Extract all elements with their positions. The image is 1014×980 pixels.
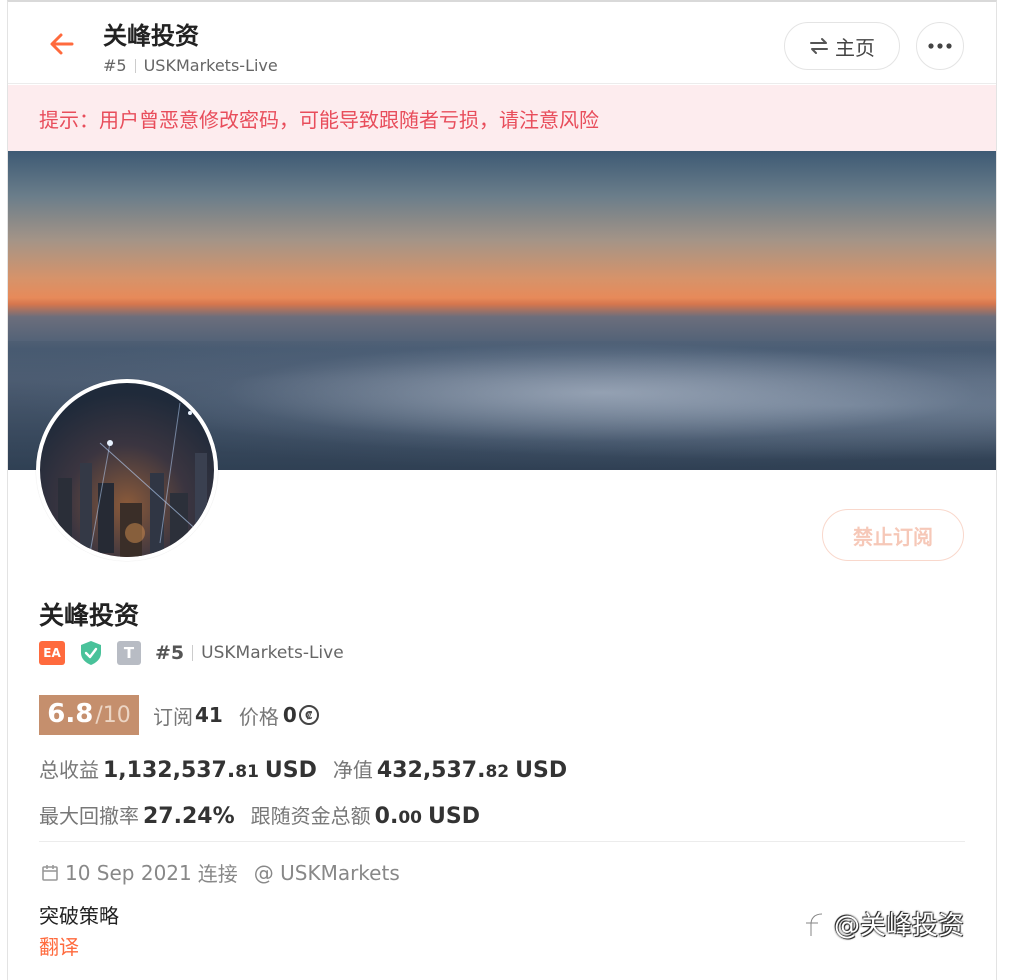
translate-link[interactable]: 翻译 xyxy=(39,931,79,960)
rank: #5 xyxy=(155,642,185,664)
strategy-description: 突破策略 xyxy=(39,904,119,928)
server-name: USKMarkets-Live xyxy=(201,643,344,663)
rating-score: 6.8 /10 xyxy=(39,695,139,735)
more-icon xyxy=(928,43,952,49)
profit-row: 总收益 1,132,537. 81 USD 净值 432,537. 82 USD xyxy=(39,754,567,783)
shield-check-icon xyxy=(79,640,103,666)
equity-dec: 82 xyxy=(485,762,510,782)
watermark-text: @关峰投资 xyxy=(834,911,965,941)
coin-icon: ₡ xyxy=(298,705,319,725)
equity-int: 432,537. xyxy=(376,758,486,783)
equity-unit: USD xyxy=(515,758,568,783)
total-profit-int: 1,132,537. xyxy=(103,758,236,783)
connected-label: 连接 xyxy=(197,862,238,886)
profile-tags: EA T #5 USKMarkets-Live xyxy=(39,639,344,667)
connection-info: 10 Sep 2021 连接 @ USKMarkets xyxy=(41,858,400,887)
follow-funds-int: 0. xyxy=(374,804,399,829)
total-profit-unit: USD xyxy=(264,758,317,783)
divider xyxy=(134,58,136,73)
page-header: 关峰投资 #5 USKMarkets-Live 主页 xyxy=(8,2,996,84)
price-value: 0 xyxy=(282,703,297,727)
profile-name: 关峰投资 xyxy=(39,601,140,630)
follow-funds-label: 跟随资金总额 xyxy=(250,804,371,828)
score-row: 6.8 /10 订阅 41 价格 0 ₡ xyxy=(39,695,319,735)
broker-name: @ USKMarkets xyxy=(253,860,400,885)
connected-date: 10 Sep 2021 xyxy=(65,860,192,885)
subscribe-count: 41 xyxy=(195,703,223,727)
max-drawdown-value: 27.24% xyxy=(143,804,235,829)
divider xyxy=(39,841,965,842)
max-drawdown-label: 最大回撤率 xyxy=(39,804,139,828)
ea-badge: EA xyxy=(39,641,65,665)
subscribe-label: 订阅 xyxy=(153,704,193,729)
header-subtitle: #5 USKMarkets-Live xyxy=(103,56,278,75)
divider xyxy=(192,645,194,661)
follow-funds-unit: USD xyxy=(427,804,480,829)
avatar xyxy=(36,379,218,561)
t-badge: T xyxy=(117,641,141,665)
total-profit-dec: 81 xyxy=(235,762,259,782)
watermark: @关峰投资 xyxy=(800,905,964,942)
price-label: 价格 xyxy=(238,704,279,729)
score-value: 6.8 xyxy=(47,699,94,729)
more-button[interactable] xyxy=(916,22,964,70)
home-label: 主页 xyxy=(835,35,875,60)
equity-label: 净值 xyxy=(332,758,373,782)
platform-logo-icon xyxy=(804,912,824,937)
total-profit-label: 总收益 xyxy=(39,758,99,782)
risk-warning-banner: 提示：用户曾恶意修改密码，可能导致跟随者亏损，请注意风险 xyxy=(8,85,996,151)
follow-funds-dec: 00 xyxy=(398,808,422,828)
drawdown-row: 最大回撤率 27.24% 跟随资金总额 0. 00 USD xyxy=(39,800,480,829)
page-title: 关峰投资 xyxy=(103,22,199,50)
back-arrow-icon[interactable] xyxy=(46,28,78,60)
header-rank: #5 xyxy=(103,56,127,75)
disable-subscribe-button[interactable]: 禁止订阅 xyxy=(822,509,964,561)
score-max: /10 xyxy=(95,703,131,728)
home-button[interactable]: 主页 xyxy=(784,22,900,70)
header-server: USKMarkets-Live xyxy=(143,56,278,75)
calendar-icon xyxy=(42,864,58,881)
swap-icon xyxy=(810,38,828,54)
profile-page: 关峰投资 #5 USKMarkets-Live 主页 提示：用户曾恶意修改密码，… xyxy=(7,0,997,980)
